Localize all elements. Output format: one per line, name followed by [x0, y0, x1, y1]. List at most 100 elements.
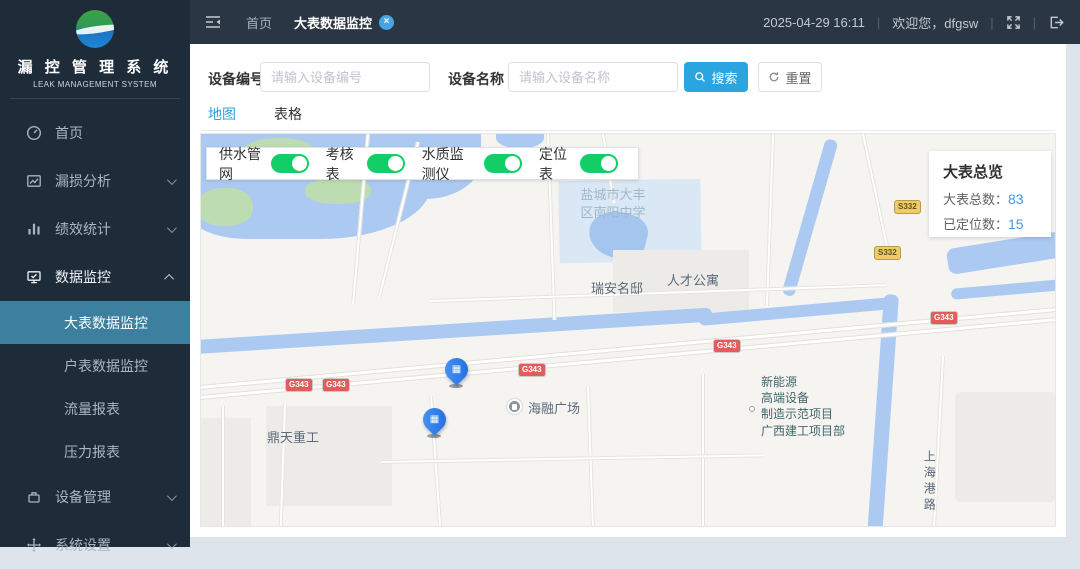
tab-close-icon[interactable]: ×	[379, 14, 395, 30]
map-label-school: 盐城市大丰 区南阳中学	[580, 187, 646, 220]
map-canvas[interactable]: G343 G343 G343 G343 G343 S332 S332 盐城市大丰…	[200, 133, 1056, 527]
sidebar-subitem-label: 流量报表	[64, 400, 120, 417]
toggle-label-pipe-network: 供水管网	[219, 145, 261, 182]
poi-project-dot	[749, 406, 755, 412]
road-badge: G343	[713, 339, 741, 353]
welcome-text: 欢迎您，dfgsw	[892, 15, 979, 31]
sidebar-item-performance-stats[interactable]: 绩效统计	[0, 205, 190, 253]
map-label-dingtian: 鼎天重工	[267, 430, 320, 445]
search-icon	[695, 72, 706, 82]
road-badge: G343	[285, 378, 313, 392]
road-badge: S332	[874, 246, 901, 260]
road-badge: G343	[322, 378, 350, 392]
map-pin-device[interactable]: ▦	[418, 403, 451, 436]
toggle-pipe-network[interactable]	[270, 154, 309, 173]
chevron-down-icon	[166, 222, 177, 233]
separator: |	[876, 14, 881, 30]
map-label-new-energy-project: 新能源 高端设备 制造示范项目 广西建工项目部	[761, 375, 846, 438]
chevron-down-icon	[166, 538, 177, 549]
toggle-water-quality[interactable]	[484, 154, 522, 173]
poi-plaza-icon	[507, 399, 522, 414]
reset-button[interactable]: 重置	[758, 62, 822, 92]
sidebar-item-data-monitoring[interactable]: 数据监控	[0, 253, 190, 301]
chevron-down-icon	[166, 174, 177, 185]
sidebar-item-label: 系统设置	[55, 537, 111, 553]
chart-frame-icon	[27, 175, 41, 187]
map-river	[781, 138, 839, 298]
content-card: 设备编号 设备名称 搜索 重置 地图 表格	[190, 44, 1066, 537]
map-block	[955, 392, 1055, 502]
sidebar-subitem-flow-report[interactable]: 流量报表	[0, 387, 190, 430]
map-park	[201, 188, 253, 226]
device-name-label: 设备名称	[448, 71, 504, 87]
sidebar-item-label: 绩效统计	[55, 221, 111, 237]
meter-glyph: ▦	[451, 364, 462, 375]
sidebar-item-leak-analysis[interactable]: 漏损分析	[0, 157, 190, 205]
overview-row-located: 已定位数：15	[943, 214, 1051, 233]
tab-home[interactable]: 首页	[246, 13, 272, 32]
search-button-label: 搜索	[711, 70, 738, 86]
gauge-icon	[26, 125, 42, 141]
tabs-divider	[202, 130, 1054, 131]
search-button[interactable]: 搜索	[684, 62, 748, 92]
sidebar-subitem-pressure-report[interactable]: 压力报表	[0, 430, 190, 473]
device-no-input[interactable]	[260, 62, 430, 92]
map-water	[496, 134, 544, 148]
overview-row-value: 83	[1008, 191, 1024, 207]
toggle-assessment-meter[interactable]	[366, 154, 405, 173]
overview-row-label: 大表总数：	[943, 192, 1009, 207]
map-block	[201, 418, 251, 526]
bar-chart-icon	[28, 223, 40, 235]
map-label-ruian: 瑞安名邸	[591, 281, 644, 296]
map-label-shanghai-gang-road: 上海港路	[922, 450, 937, 514]
sidebar-item-home[interactable]: 首页	[0, 109, 190, 157]
app-logo	[76, 10, 114, 48]
move-cross-icon	[27, 538, 41, 552]
overview-row-label: 已定位数：	[943, 217, 1009, 232]
map-pin-device[interactable]: ▦	[440, 353, 473, 386]
toggle-label-water-quality: 水质监测仪	[421, 145, 464, 182]
map-river	[950, 279, 1055, 300]
toggle-label-assessment-meter: 考核表	[325, 145, 354, 182]
sidebar-item-label: 设备管理	[55, 489, 111, 505]
overview-row-total: 大表总数：83	[943, 189, 1051, 208]
sidebar-subitem-label: 压力报表	[64, 443, 120, 460]
sidebar-item-label: 首页	[55, 125, 83, 141]
monitor-icon	[27, 271, 41, 284]
sidebar-item-label: 漏损分析	[55, 173, 111, 189]
sidebar-subitem-label: 户表数据监控	[64, 357, 148, 374]
device-no-label: 设备编号	[208, 71, 264, 87]
chevron-down-icon	[166, 490, 177, 501]
map-river	[945, 230, 1055, 276]
sidebar-item-system-settings[interactable]: 系统设置	[0, 521, 190, 569]
map-road	[380, 453, 763, 464]
tab-large-meter-monitoring[interactable]: 大表数据监控 ×	[294, 13, 395, 32]
toolbox-icon	[28, 492, 40, 503]
logout-icon[interactable]	[1048, 15, 1064, 30]
app-subtitle: LEAK MANAGEMENT SYSTEM	[33, 80, 157, 89]
device-name-input[interactable]	[508, 62, 678, 92]
toggle-label-positioning-meter: 定位表	[539, 145, 567, 182]
map-label-talent-apartment: 人才公寓	[667, 273, 720, 288]
meter-glyph: ▦	[429, 414, 440, 425]
sidebar-subitem-large-meter-monitoring[interactable]: 大表数据监控	[0, 301, 190, 344]
sidebar: 漏 控 管 理 系 统 LEAK MANAGEMENT SYSTEM 首页 漏损…	[0, 0, 190, 553]
sidebar-item-device-management[interactable]: 设备管理	[0, 473, 190, 521]
road-badge: S332	[894, 200, 921, 214]
sidebar-collapse-icon[interactable]	[204, 14, 222, 30]
topbar: 首页 大表数据监控 × 2025-04-29 16:11 | 欢迎您，dfgsw…	[190, 0, 1080, 44]
fullscreen-icon[interactable]	[1006, 15, 1021, 30]
road-badge: G343	[518, 363, 546, 377]
road-badge: G343	[930, 311, 958, 325]
map-road	[701, 374, 705, 526]
map-road	[861, 134, 890, 252]
map-road	[764, 134, 775, 306]
overview-row-value: 15	[1008, 216, 1024, 232]
map-label-hairong-plaza: 海融广场	[528, 401, 581, 416]
overview-title: 大表总览	[943, 164, 1004, 181]
sidebar-subitem-household-meter-monitoring[interactable]: 户表数据监控	[0, 344, 190, 387]
tab-label: 大表数据监控	[294, 15, 373, 31]
refresh-icon	[770, 72, 779, 82]
layer-toggle-bar: 供水管网 考核表 水质监测仪 定位表	[206, 146, 639, 182]
toggle-positioning-meter[interactable]	[580, 154, 618, 173]
